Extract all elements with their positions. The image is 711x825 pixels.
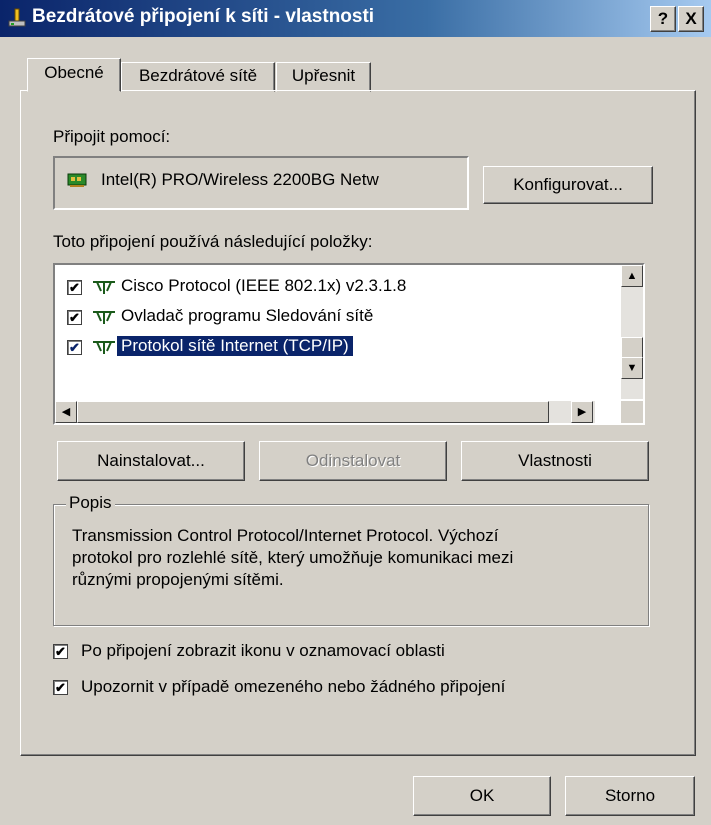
protocol-icon — [93, 281, 115, 294]
title-bar[interactable]: Bezdrátové připojení k síti - vlastnosti… — [0, 0, 711, 37]
tcp-ip-label: Protokol sítě Internet (TCP/IP) — [117, 336, 353, 356]
vertical-scrollbar[interactable]: ▲ ▼ — [621, 265, 643, 399]
adapter-name: Intel(R) PRO/Wireless 2200BG Netw — [101, 170, 379, 189]
components-list[interactable]: ✔ Cisco Protocol (IEEE 802.1x) v2.3.1.8 … — [53, 263, 645, 425]
tab-advanced[interactable]: Upřesnit — [276, 62, 371, 92]
horizontal-scroll-thumb[interactable] — [77, 401, 549, 423]
protocol-icon — [93, 311, 115, 324]
components-label: Toto připojení používá následující polož… — [53, 232, 373, 251]
ok-button[interactable]: OK — [413, 776, 551, 816]
tcp-ip-checkbox[interactable]: ✔ — [67, 340, 82, 355]
notify-label: Upozornit v případě omezeného nebo žádné… — [81, 677, 506, 696]
uninstall-button[interactable]: Odinstalovat — [259, 441, 447, 481]
help-button[interactable]: ? — [650, 6, 676, 32]
scroll-down-button[interactable]: ▼ — [621, 357, 643, 379]
protocol-icon — [93, 341, 115, 354]
cancel-button[interactable]: Storno — [565, 776, 695, 816]
description-legend: Popis — [66, 493, 115, 513]
close-button[interactable]: X — [678, 6, 704, 32]
scroll-right-button[interactable]: ▶ — [571, 401, 593, 423]
scroll-up-button[interactable]: ▲ — [621, 265, 643, 287]
network-adapter-icon — [67, 173, 87, 187]
vertical-scroll-thumb[interactable] — [621, 337, 643, 359]
show-icon-label: Po připojení zobrazit ikonu v oznamovací… — [81, 641, 445, 660]
network-monitor-driver-label: Ovladač programu Sledování sítě — [121, 306, 374, 325]
tab-panel-general: Připojit pomocí: Intel(R) PRO/Wireless 2… — [20, 90, 696, 756]
show-icon-checkbox[interactable]: ✔ — [53, 644, 68, 659]
description-group: Popis Transmission Control Protocol/Inte… — [53, 493, 649, 626]
description-text: Transmission Control Protocol/Internet P… — [72, 525, 513, 591]
tab-general[interactable]: Obecné — [27, 58, 121, 92]
window-title: Bezdrátové připojení k síti - vlastnosti — [32, 6, 375, 27]
cisco-protocol-label: Cisco Protocol (IEEE 802.1x) v2.3.1.8 — [121, 276, 407, 295]
configure-button[interactable]: Konfigurovat... — [483, 166, 653, 204]
description-line-2: protokol pro rozlehlé sítě, který umožňu… — [72, 548, 514, 567]
scroll-left-button[interactable]: ◀ — [55, 401, 77, 423]
connect-using-label: Připojit pomocí: — [53, 127, 171, 146]
tab-wireless-networks[interactable]: Bezdrátové sítě — [121, 62, 275, 92]
show-icon-option[interactable]: ✔ Po připojení zobrazit ikonu v oznamova… — [53, 639, 653, 667]
description-line-3: různými propojenými sítěmi. — [72, 570, 284, 589]
install-button[interactable]: Nainstalovat... — [57, 441, 245, 481]
horizontal-scrollbar[interactable]: ◀ ▶ — [55, 401, 595, 423]
properties-button[interactable]: Vlastnosti — [461, 441, 649, 481]
network-monitor-driver-checkbox[interactable]: ✔ — [67, 310, 82, 325]
description-line-1: Transmission Control Protocol/Internet P… — [72, 526, 499, 545]
network-connection-icon — [8, 8, 26, 27]
notify-checkbox[interactable]: ✔ — [53, 680, 68, 695]
adapter-field: Intel(R) PRO/Wireless 2200BG Netw — [53, 156, 469, 210]
cisco-protocol-checkbox[interactable]: ✔ — [67, 280, 82, 295]
notify-option[interactable]: ✔ Upozornit v případě omezeného nebo žád… — [53, 675, 653, 703]
scrollbar-corner — [621, 401, 643, 423]
